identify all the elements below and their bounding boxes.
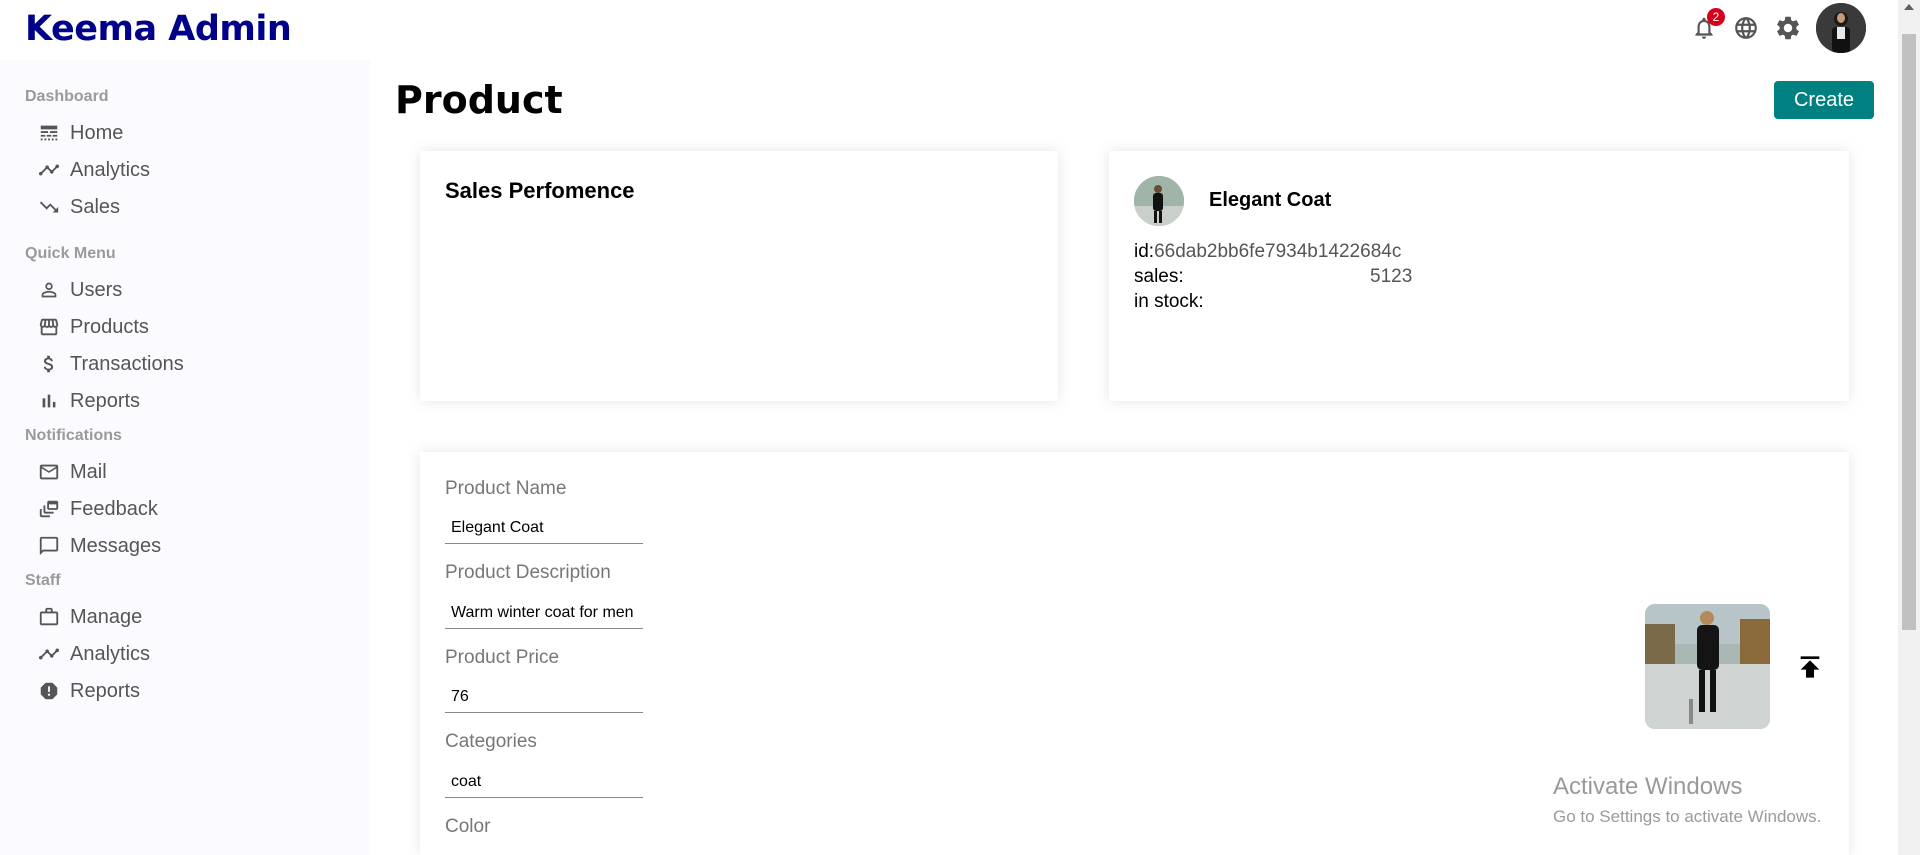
trending-down-icon [39,201,59,213]
bar-chart-icon [42,394,56,408]
storefront-icon [39,318,59,336]
app-logo[interactable]: Keema Admin [25,9,292,49]
sales-performance-title: Sales Perfomence [445,178,635,203]
sidebar-item-label: Products [70,315,149,338]
scrollbar-thumb[interactable] [1902,34,1916,630]
top-bar-icons: 2 [1690,3,1866,53]
sidebar-item-home[interactable]: Home [38,118,123,148]
sidebar-item-users[interactable]: Users [38,275,122,305]
settings-button[interactable] [1774,14,1802,42]
product-price-label: Product Price [445,647,560,668]
sidebar-item-label: Mail [70,460,107,483]
color-label: Color [445,816,491,837]
sidebar-item-label: Manage [70,605,143,628]
sidebar-item-label: Messages [70,534,162,557]
product-sales-label: sales: [1134,266,1184,287]
sidebar-item-analytics[interactable]: Analytics [38,155,150,185]
product-id-value: 66dab2bb6fe7934b1422684c [1154,241,1402,262]
windows-activation-title: Activate Windows [1553,773,1743,800]
notifications-button[interactable]: 2 [1690,8,1725,42]
timeline-icon [38,164,60,176]
language-button[interactable] [1732,14,1760,42]
create-button[interactable]: Create [1774,81,1874,119]
sidebar-item-label: Transactions [70,352,184,375]
sidebar-item-staff-analytics[interactable]: Analytics [38,639,150,669]
scroll-up-arrow-icon[interactable] [1904,4,1914,10]
sidebar-item-label: Analytics [70,642,151,665]
notification-badge: 2 [1707,8,1725,26]
categories-label: Categories [445,731,537,752]
sidebar-section-dashboard: Dashboard [25,88,109,105]
sidebar-item-label: Home [70,121,124,144]
sidebar-item-label: Reports [70,679,141,702]
person-icon [41,282,57,298]
product-image-preview [1645,604,1770,729]
globe-icon [1735,17,1757,39]
sidebar-section-staff: Staff [25,572,61,589]
publish-icon [1800,656,1820,678]
product-name-label: Product Name [445,478,567,499]
product-thumbnail [1134,176,1184,226]
sidebar-section-notifications: Notifications [25,427,122,444]
sidebar-item-mail[interactable]: Mail [38,457,107,487]
windows-activation-hint: Go to Settings to activate Windows. [1553,807,1822,826]
sidebar-section-quick-menu: Quick Menu [25,245,116,262]
sidebar-item-products[interactable]: Products [38,312,149,342]
timeline-icon [38,648,60,660]
sidebar: Dashboard Home Analytics Sales Quick Men… [0,60,370,855]
product-stock-label: in stock: [1134,291,1204,312]
sidebar-item-label: Reports [70,389,141,412]
sidebar-item-label: Analytics [70,158,151,181]
sidebar-item-transactions[interactable]: Transactions [38,349,184,379]
product-image [1645,604,1770,729]
gear-icon [1777,16,1799,40]
page-scrollbar[interactable] [1898,0,1920,855]
product-sales-value: 5123 [1370,266,1413,287]
product-price-input[interactable] [445,681,643,713]
sidebar-item-manage[interactable]: Manage [38,602,142,632]
briefcase-icon [39,607,59,626]
product-name-input[interactable] [445,512,643,544]
chat-bubble-icon [39,536,59,556]
product-id-row: id:66dab2bb6fe7934b1422684c [1134,241,1401,263]
dynamic-feed-icon [39,500,59,518]
product-sales-row: sales: 5123 [1134,266,1434,288]
sales-performance-card: Sales Perfomence [420,151,1058,401]
product-info-card: Elegant Coat id:66dab2bb6fe7934b1422684c… [1109,151,1849,401]
page-title: Product [395,78,563,122]
product-id-label: id: [1134,241,1155,262]
upload-button[interactable] [1794,651,1826,683]
sidebar-item-label: Feedback [70,497,158,520]
sidebar-item-staff-reports[interactable]: Reports [38,676,140,706]
sidebar-item-label: Sales [70,195,121,218]
product-name: Elegant Coat [1209,189,1332,211]
sidebar-item-reports[interactable]: Reports [38,386,140,416]
categories-input[interactable] [445,766,643,798]
line-style-icon [40,125,58,141]
avatar-image [1816,3,1866,53]
product-stock-row: in stock: [1134,291,1204,313]
sidebar-item-feedback[interactable]: Feedback [38,494,158,524]
mail-icon [39,464,59,480]
user-avatar[interactable] [1816,3,1866,53]
top-bar: Keema Admin 2 [0,0,1898,60]
product-description-label: Product Description [445,562,611,583]
dollar-icon [43,355,54,373]
sidebar-item-sales[interactable]: Sales [38,192,120,222]
product-thumbnail-image [1134,176,1184,226]
report-icon [40,682,58,700]
sidebar-item-messages[interactable]: Messages [38,531,161,561]
sidebar-item-label: Users [70,278,123,301]
product-description-input[interactable] [445,597,643,629]
